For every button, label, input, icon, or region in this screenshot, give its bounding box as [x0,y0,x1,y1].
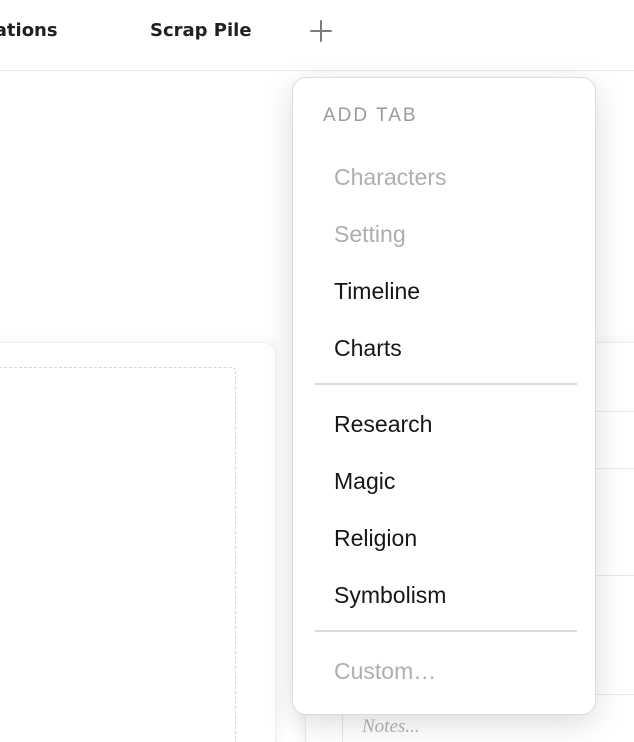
plus-icon [310,20,332,42]
notes-placeholder[interactable]: Notes... [362,716,420,738]
tab-scrap-pile[interactable]: Scrap Pile [150,20,252,41]
menu-item-setting: Setting [305,211,583,255]
tab-citations[interactable]: itations [0,20,58,41]
menu-item-label: Charts [334,335,402,361]
add-tab-menu: ADD TAB Characters Setting Timeline Char… [292,77,596,715]
menu-item-label: Research [334,411,433,437]
add-tab-button[interactable] [304,14,338,48]
menu-separator [315,383,577,385]
menu-item-label: Timeline [334,278,421,304]
menu-separator [315,630,577,632]
menu-item-custom: Custom… [305,648,583,692]
tab-bar: itations Scrap Pile [0,0,634,71]
menu-item-magic[interactable]: Magic [305,458,583,502]
content-drop-area[interactable] [0,367,236,742]
menu-item-label: Custom… [334,658,437,684]
menu-item-characters: Characters [305,154,583,198]
menu-item-religion[interactable]: Religion [305,515,583,559]
menu-header: ADD TAB [323,105,418,126]
menu-item-timeline[interactable]: Timeline [305,268,583,312]
menu-item-research[interactable]: Research [305,401,583,445]
menu-item-label: Religion [334,525,418,551]
menu-item-charts[interactable]: Charts [305,325,583,369]
menu-item-label: Symbolism [334,582,447,608]
menu-item-symbolism[interactable]: Symbolism [305,572,583,616]
app-root: itations Scrap Pile Notes... ADD TAB Cha… [0,0,634,742]
menu-item-label: Characters [334,164,447,190]
menu-item-label: Setting [334,221,406,247]
menu-item-label: Magic [334,468,396,494]
